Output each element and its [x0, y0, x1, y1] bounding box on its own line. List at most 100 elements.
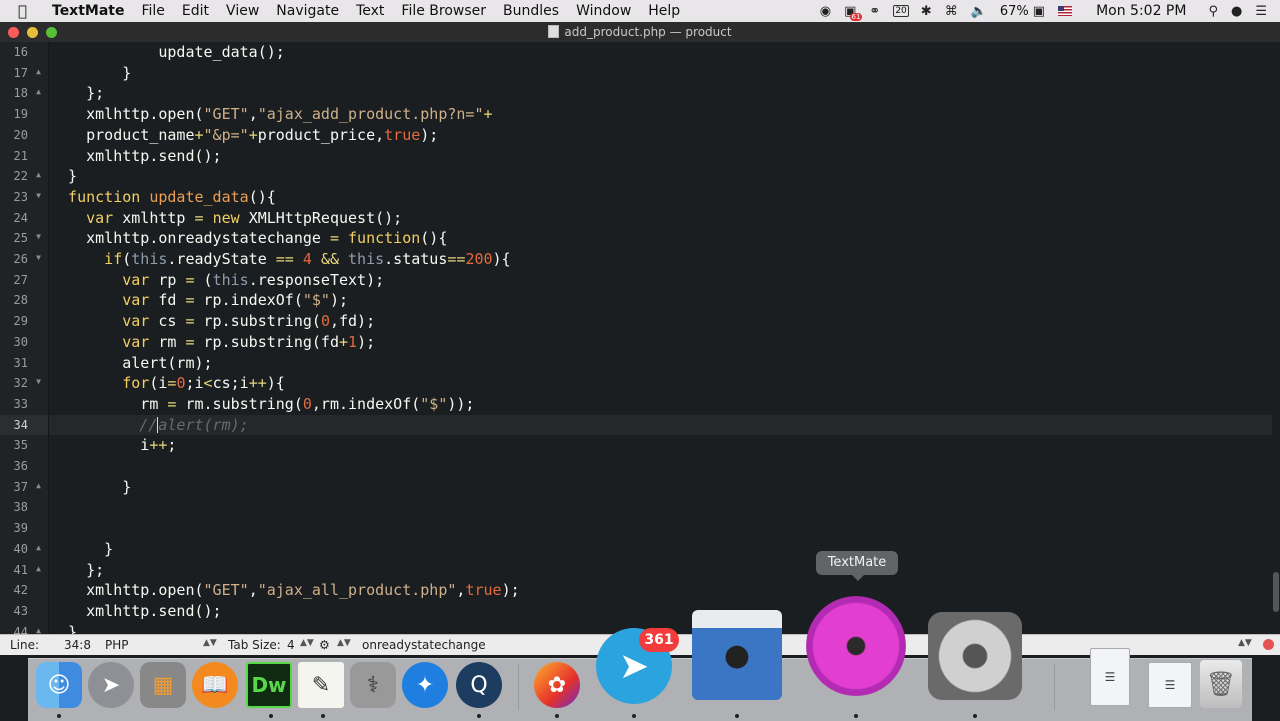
- code-line[interactable]: product_name+"&p="+product_price,true);: [50, 125, 438, 145]
- tab-size-value[interactable]: 4: [287, 638, 295, 652]
- record-icon[interactable]: ◉: [820, 4, 831, 19]
- window-title: add_product.php — product: [0, 25, 1280, 39]
- code-line[interactable]: xmlhttp.send();: [50, 146, 221, 166]
- menu-textmate[interactable]: TextMate: [52, 3, 124, 19]
- code-line[interactable]: }: [50, 539, 113, 559]
- code-line[interactable]: xmlhttp.open("GET","ajax_add_product.php…: [50, 104, 492, 124]
- code-line[interactable]: };: [50, 83, 104, 103]
- safari-icon[interactable]: ✦: [402, 662, 448, 708]
- code-line[interactable]: };: [50, 560, 104, 580]
- creative-cloud-icon[interactable]: ⚭: [869, 4, 880, 19]
- code-token: =: [185, 312, 204, 330]
- fold-end-icon[interactable]: ▲: [36, 87, 41, 96]
- calendar-icon[interactable]: 20: [893, 5, 909, 17]
- firefox-icon[interactable]: ✿: [534, 662, 580, 708]
- symbol-chevron-icon[interactable]: ▲▼: [1238, 638, 1252, 648]
- line-number-text: 29: [13, 314, 28, 328]
- fold-start-icon[interactable]: ▼: [36, 377, 41, 386]
- fold-start-icon[interactable]: ▼: [36, 232, 41, 241]
- code-line[interactable]: i++;: [50, 435, 176, 455]
- gear-chevron-icon[interactable]: ▲▼: [337, 638, 351, 648]
- bluetooth-icon[interactable]: ✱: [921, 4, 932, 19]
- code-line[interactable]: xmlhttp.open("GET","ajax_all_product.php…: [50, 580, 520, 600]
- code-token: "$": [302, 291, 330, 309]
- language-selector[interactable]: PHP: [105, 638, 129, 652]
- code-line[interactable]: var cs = rp.substring(0,fd);: [50, 311, 375, 331]
- clock[interactable]: Mon 5:02 PM: [1096, 3, 1186, 19]
- fold-end-icon[interactable]: ▲: [36, 564, 41, 573]
- code-line[interactable]: var rm = rp.substring(fd+1);: [50, 332, 375, 352]
- macro-record-icon[interactable]: [1263, 639, 1274, 650]
- tab-size-chevron-icon[interactable]: ▲▼: [300, 638, 314, 648]
- code-line[interactable]: var xmlhttp = new XMLHttpRequest();: [50, 208, 402, 228]
- disk-utility-icon[interactable]: ⚕: [350, 662, 396, 708]
- scrollbar-thumb[interactable]: [1273, 572, 1279, 612]
- vertical-scrollbar[interactable]: [1272, 42, 1280, 634]
- symbol-selector[interactable]: onreadystatechange: [362, 638, 486, 652]
- fold-end-icon[interactable]: ▲: [36, 481, 41, 490]
- finder-icon[interactable]: ☺: [36, 662, 82, 708]
- notification-app-icon[interactable]: ▣ 61: [844, 4, 863, 21]
- apple-menu-icon[interactable]: : [18, 2, 36, 20]
- line-number: 20: [0, 125, 48, 145]
- textedit-icon[interactable]: ✎: [298, 662, 344, 708]
- language-chevron-icon[interactable]: ▲▼: [203, 638, 217, 648]
- fold-start-icon[interactable]: ▼: [36, 191, 41, 200]
- code-line[interactable]: }: [50, 477, 131, 497]
- menu-view[interactable]: View: [226, 3, 259, 19]
- code-line[interactable]: xmlhttp.onreadystatechange = function(){: [50, 228, 447, 248]
- fold-end-icon[interactable]: ▲: [36, 170, 41, 179]
- menu-help[interactable]: Help: [648, 3, 680, 19]
- volume-icon[interactable]: 🔈: [971, 4, 987, 19]
- tab-size-label[interactable]: Tab Size:: [228, 638, 281, 652]
- code-line[interactable]: }: [50, 63, 131, 83]
- code-line[interactable]: }: [50, 622, 77, 634]
- wifi-icon[interactable]: ⌘: [945, 4, 958, 19]
- system-preferences-icon[interactable]: [928, 612, 1022, 700]
- downloads-stack-icon[interactable]: ☰: [1148, 662, 1192, 708]
- menu-bundles[interactable]: Bundles: [503, 3, 559, 19]
- code-line[interactable]: xmlhttp.send();: [50, 601, 221, 621]
- spotlight-search-icon[interactable]: ⚲: [1208, 4, 1218, 19]
- trash-icon[interactable]: 🗑: [1200, 660, 1242, 708]
- code-token: );: [329, 291, 349, 309]
- fold-end-icon[interactable]: ▲: [36, 626, 41, 634]
- menu-text[interactable]: Text: [356, 3, 384, 19]
- line-number: 35: [0, 435, 48, 455]
- ibooks-icon[interactable]: 📖: [192, 662, 238, 708]
- code-line[interactable]: var fd = rp.indexOf("$");: [50, 290, 348, 310]
- calculator-icon[interactable]: ▦: [140, 662, 186, 708]
- code-editor[interactable]: 16 17 ▲ 18 ▲ 19 20 21 22 ▲ 23 ▼ 24 25 ▼ 26 ▼ 27 28 29 30 31 32…: [0, 42, 1272, 634]
- input-source-flag-icon[interactable]: [1058, 6, 1073, 16]
- menu-window[interactable]: Window: [576, 3, 631, 19]
- code-line[interactable]: //alert(rm);: [49, 415, 1272, 435]
- dreamweaver-icon[interactable]: Dw: [246, 662, 292, 708]
- textmate-icon[interactable]: [806, 596, 906, 696]
- menu-file-browser[interactable]: File Browser: [401, 3, 486, 19]
- code-line[interactable]: function update_data(){: [50, 187, 276, 207]
- siri-icon[interactable]: ●: [1231, 4, 1242, 19]
- notification-center-icon[interactable]: ☰: [1255, 4, 1267, 19]
- code-line[interactable]: alert(rm);: [50, 353, 212, 373]
- fold-end-icon[interactable]: ▲: [36, 67, 41, 76]
- code-line[interactable]: var rp = (this.responseText);: [50, 270, 384, 290]
- menu-edit[interactable]: Edit: [182, 3, 209, 19]
- code-token: .status: [384, 250, 448, 268]
- battery-icon[interactable]: ▣: [1033, 4, 1045, 19]
- code-line[interactable]: }: [50, 166, 77, 186]
- menu-file[interactable]: File: [141, 3, 164, 19]
- code-line[interactable]: if(this.readyState == 4 && this.status==…: [50, 249, 510, 269]
- minimized-window-icon[interactable]: ☰: [1090, 648, 1130, 706]
- fold-end-icon[interactable]: ▲: [36, 543, 41, 552]
- code-line[interactable]: update_data();: [50, 42, 284, 62]
- bundle-gear-icon[interactable]: ⚙: [319, 638, 330, 652]
- quicktime-icon[interactable]: Q: [456, 662, 502, 708]
- fold-start-icon[interactable]: ▼: [36, 253, 41, 262]
- screenflow-icon[interactable]: ●: [692, 610, 782, 700]
- code-line[interactable]: rm = rm.substring(0,rm.indexOf("$"));: [50, 394, 474, 414]
- menu-navigate[interactable]: Navigate: [276, 3, 339, 19]
- code-line[interactable]: for(i=0;i<cs;i++){: [50, 373, 285, 393]
- line-column-value[interactable]: 34:8: [64, 638, 91, 652]
- battery-percent[interactable]: 67%: [1000, 4, 1029, 19]
- launchpad-icon[interactable]: ➤: [88, 662, 134, 708]
